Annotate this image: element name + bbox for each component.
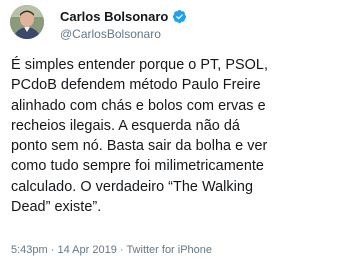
tweet-card: Carlos Bolsonaro @CarlosBolsonaro É simp…: [0, 0, 344, 271]
author-display-name[interactable]: Carlos Bolsonaro: [60, 9, 168, 24]
tweet-text: É simples entender porque o PT, PSOL, PC…: [11, 57, 269, 216]
avatar[interactable]: [10, 5, 44, 39]
tweet-source[interactable]: Twitter for iPhone: [126, 244, 212, 256]
avatar-photo: [10, 5, 44, 39]
author-name-row: Carlos Bolsonaro: [60, 8, 330, 24]
tweet-author: Carlos Bolsonaro @CarlosBolsonaro: [60, 8, 330, 41]
meta-separator: ·: [119, 244, 124, 256]
tweet-metadata: 5:43pm · 14 Apr 2019 · Twitter for iPhon…: [11, 244, 212, 256]
tweet-date[interactable]: 14 Apr 2019: [58, 244, 117, 256]
meta-separator: ·: [50, 244, 55, 256]
tweet-time[interactable]: 5:43pm: [11, 244, 48, 256]
verified-badge-icon: [172, 9, 187, 24]
author-handle[interactable]: @CarlosBolsonaro: [60, 27, 330, 41]
